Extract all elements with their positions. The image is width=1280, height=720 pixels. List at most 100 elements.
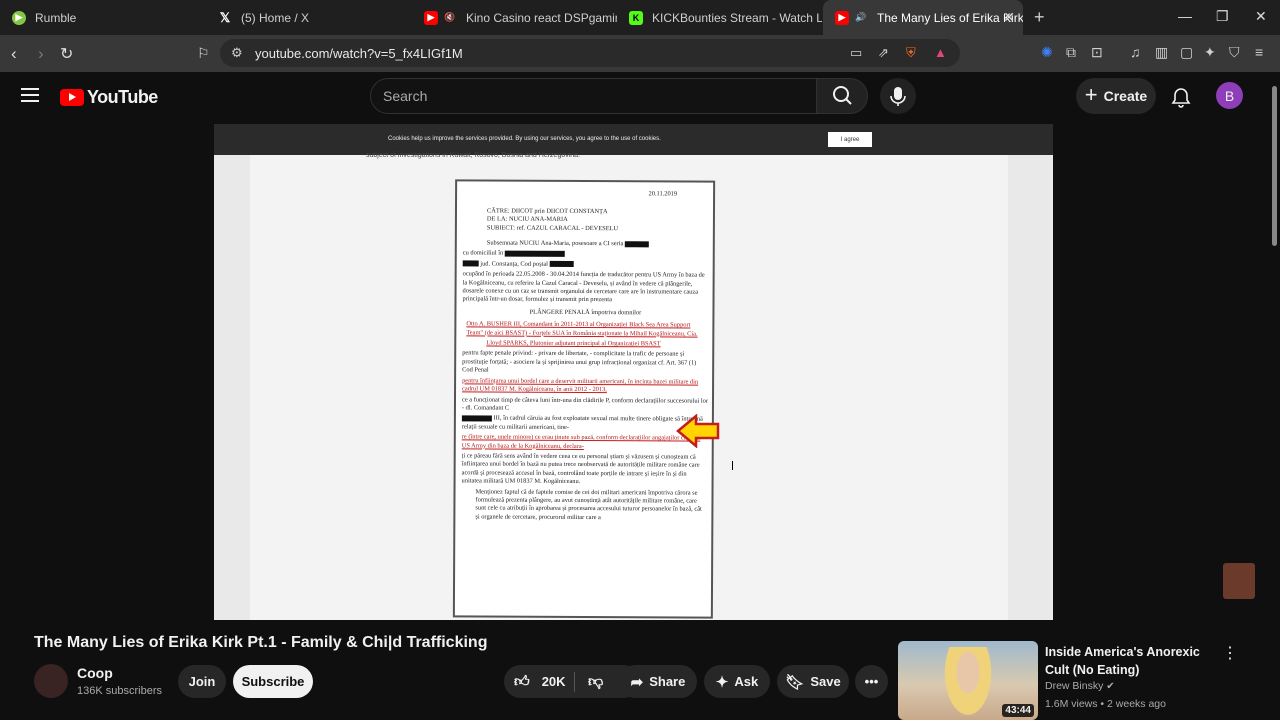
header-line: SUBIECT: ref. CAZUL CARACAL - DEVESELU [486, 224, 619, 232]
minimize-icon[interactable]: — [1178, 8, 1192, 24]
youtube-favicon-icon: ▶ [424, 10, 438, 25]
doc-title: PLÂNGERE PENALĂ împotriva domnilor [529, 308, 642, 317]
recommended-channel[interactable]: Drew Binsky ✔ [1045, 680, 1115, 692]
search-icon [833, 86, 852, 105]
share-page-icon[interactable]: ⇗ [878, 45, 889, 61]
subscribe-button[interactable]: Subscribe [233, 665, 313, 698]
close-tab-icon[interactable]: ✕ [1003, 9, 1015, 26]
page-margin-left [214, 155, 250, 620]
kick-favicon-icon: K [629, 10, 643, 25]
more-vertical-icon[interactable]: ⋮ [1222, 643, 1238, 663]
guide-menu-icon[interactable] [21, 88, 39, 102]
channel-name[interactable]: Coop [77, 665, 113, 681]
doc-text: ți ce păreau fără sens având în vedere c… [461, 452, 700, 486]
video-title: The Many Lies of Erika Kirk Pt.1 - Famil… [34, 634, 488, 651]
voice-search-button[interactable] [880, 78, 916, 114]
speaker-icon[interactable]: 🔊 [854, 11, 868, 25]
share-button[interactable]: ➦ Share [619, 665, 697, 698]
logo-text: YouTube [87, 87, 158, 107]
redaction-bar [504, 250, 565, 257]
wallet-icon[interactable]: ▢ [1180, 44, 1193, 61]
x-favicon-icon: 𝕏 [219, 9, 231, 25]
video-duration: 43:44 [1002, 704, 1034, 717]
window-close-icon[interactable]: ✕ [1255, 8, 1267, 25]
doc-highlighted-text: Lloyd SPARKS, Plutonier adjutant princip… [486, 339, 661, 348]
thumbs-up-icon[interactable]: 👍︎ [514, 673, 530, 691]
forward-icon[interactable]: › [38, 44, 44, 64]
create-button[interactable]: + Create [1076, 78, 1156, 114]
tab-kick-bounties[interactable]: K KICKBounties Stream - Watch Live on [617, 0, 822, 35]
video-player[interactable]: Cookies help us improve the services pro… [214, 124, 1053, 620]
verified-icon: ✔ [1106, 681, 1115, 692]
reload-icon[interactable]: ↻ [60, 44, 73, 64]
article-text-line: subject of investigations in Kuwait, Kos… [366, 152, 581, 159]
menu-icon[interactable]: ≡ [1255, 44, 1263, 60]
join-button[interactable]: Join [178, 665, 226, 698]
save-button[interactable]: 🔖︎ Save [777, 665, 849, 698]
document-date: 20.11.2019 [648, 190, 678, 198]
sidebar-icon[interactable]: ▥ [1155, 44, 1168, 61]
recommended-video-meta: 1.6M views • 2 weeks ago [1045, 698, 1166, 710]
tab-x-home[interactable]: 𝕏 (5) Home / X [206, 0, 412, 35]
new-tab-icon[interactable]: + [1034, 7, 1045, 28]
mouse-cursor-icon [732, 461, 738, 470]
cast-icon[interactable]: ▭ [850, 45, 862, 61]
vpn-icon[interactable]: ⛉ [1229, 44, 1240, 61]
search-input[interactable] [371, 79, 816, 113]
leo-ai-icon[interactable]: ✦ [1204, 44, 1216, 61]
brave-shield-icon[interactable]: ⛨ [906, 45, 916, 61]
tab-label: Rumble [35, 10, 77, 25]
yellow-arrow-icon [676, 414, 720, 448]
mini-thumbnail[interactable] [1223, 563, 1255, 599]
address-bar[interactable]: ⚙ youtube.com/watch?v=5_fx4LIGf1M ▭ ⇗ ⛨ … [220, 39, 960, 67]
doc-text: cu domiciliul în [462, 249, 504, 257]
create-label: Create [1103, 88, 1148, 104]
media-control-icon[interactable]: ♫ [1130, 44, 1141, 60]
page-margin-right [1008, 155, 1053, 620]
share-label: Share [649, 674, 686, 689]
thumbs-down-icon[interactable]: 👎︎ [588, 673, 603, 691]
doc-highlighted-text: pentru înființarea unui bordel care a de… [462, 377, 699, 394]
recommended-video-title[interactable]: Inside America's Anorexic Cult (No Eatin… [1045, 643, 1215, 679]
tab-erika-kirk-video[interactable]: ▶ 🔊 The Many Lies of Erika Kirk Pt ✕ [823, 0, 1023, 35]
site-info-icon[interactable]: ⚙ [231, 45, 243, 61]
more-actions-button[interactable]: ••• [855, 665, 888, 698]
youtube-header: YouTube + Create B [0, 72, 1280, 122]
account-avatar[interactable]: B [1216, 82, 1243, 109]
ask-button[interactable]: ✦ Ask [704, 665, 770, 698]
extension-icon[interactable]: ✺ [1041, 44, 1053, 61]
more-horizontal-icon: ••• [864, 674, 879, 689]
tab-rumble[interactable]: ▶ Rumble [0, 0, 205, 35]
back-icon[interactable]: ‹ [11, 44, 17, 64]
url-text: youtube.com/watch?v=5_fx4LIGf1M [255, 46, 463, 61]
search-button[interactable] [816, 78, 868, 114]
scanned-document: 20.11.2019 CĂTRE: DIICOT prin DIICOT CON… [452, 179, 716, 619]
bookmark-save-icon: 🔖︎ [785, 673, 805, 691]
subscriber-count: 136K subscribers [77, 685, 162, 697]
tab-label: KICKBounties Stream - Watch Live on [652, 10, 822, 25]
recommended-video-thumbnail[interactable]: 43:44 [898, 641, 1038, 720]
cookie-agree-button: I agree [828, 132, 872, 147]
redaction-bar [462, 260, 479, 267]
youtube-play-icon [60, 89, 84, 106]
recommended-channel-name: Drew Binsky [1045, 680, 1104, 692]
screenshot-icon[interactable]: ⊡ [1091, 44, 1103, 61]
notifications-button[interactable] [1170, 86, 1192, 113]
doc-text: Menționez faptul că de faptele comise de… [475, 487, 702, 521]
document-body: Subsemnata NUCIU Ana-Maria, posesoare a … [461, 239, 708, 524]
thumbnail-image [942, 647, 994, 720]
channel-avatar[interactable] [34, 664, 68, 698]
extensions-puzzle-icon[interactable]: ⧉ [1066, 44, 1076, 61]
page-scrollbar[interactable] [1271, 78, 1278, 718]
muted-speaker-icon[interactable]: 🔇 [443, 11, 457, 25]
brave-rewards-icon[interactable]: ▲ [934, 45, 947, 60]
scrollbar-thumb[interactable] [1272, 86, 1277, 246]
bookmark-icon[interactable]: ⚐ [197, 45, 210, 62]
like-count[interactable]: 20K [542, 674, 566, 689]
youtube-logo[interactable]: YouTube [60, 87, 158, 108]
tab-kino-casino[interactable]: ▶ 🔇 Kino Casino react DSPgamings W [412, 0, 617, 35]
maximize-icon[interactable]: ❐ [1216, 8, 1229, 25]
like-divider [574, 672, 575, 692]
browser-tab-strip: ▶ Rumble 𝕏 (5) Home / X ▶ 🔇 Kino Casino … [0, 0, 1280, 35]
rumble-favicon-icon: ▶ [12, 10, 26, 25]
